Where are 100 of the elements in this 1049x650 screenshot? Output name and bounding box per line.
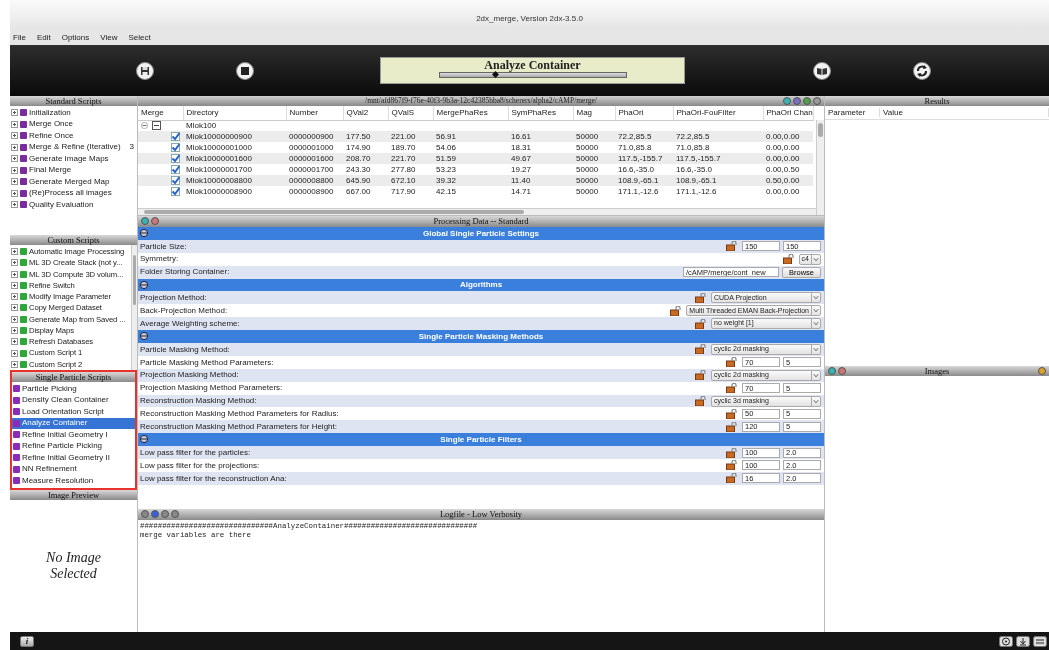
verbosity-button[interactable] <box>151 510 159 518</box>
lock-icon[interactable] <box>726 473 739 484</box>
script-item[interactable]: Quality Evaluation <box>10 199 137 211</box>
checkbox[interactable] <box>171 154 180 164</box>
column-header[interactable]: SymPhaRes <box>508 106 573 120</box>
column-header[interactable]: Value <box>880 107 1049 118</box>
table-cell: 208.70 <box>343 153 388 165</box>
table-cell: 50000 <box>573 131 615 143</box>
table-cell: 0.00,0.00 <box>763 153 813 165</box>
menu-item[interactable]: Select <box>127 32 152 43</box>
script-item[interactable]: Generate Merged Map <box>10 176 137 188</box>
collapse-icon[interactable] <box>140 280 148 289</box>
collapse-icon[interactable] <box>140 229 148 237</box>
script-item[interactable]: Measure Resolution <box>12 475 135 487</box>
script-item[interactable]: Density Clean Container <box>12 394 135 406</box>
script-item[interactable]: Load Orientation Script <box>12 406 135 418</box>
script-item[interactable]: (Re)Process all images <box>10 187 137 199</box>
script-item[interactable]: Analyze Container <box>12 417 135 429</box>
table-cell: 177.50 <box>343 131 388 143</box>
chevron-icon <box>811 370 820 380</box>
lock-icon[interactable] <box>726 241 739 252</box>
verbosity-button[interactable] <box>161 510 169 518</box>
table-cell: 243.30 <box>343 164 388 176</box>
menu-item[interactable]: View <box>99 32 119 43</box>
section-header[interactable]: Single Particle Filters <box>138 433 824 447</box>
download-icon[interactable] <box>1016 635 1030 647</box>
section-header[interactable]: Single Particle Masking Methods <box>138 330 824 343</box>
table-cell: 108.9,-65.1 <box>673 175 763 187</box>
table-cell: 171.1,-12.6 <box>673 186 763 198</box>
script-item[interactable]: Particle Picking <box>12 383 135 395</box>
script-item[interactable]: Merge & Refine (Iterative) 3 <box>10 141 137 153</box>
lock-icon[interactable] <box>726 357 739 368</box>
script-item[interactable]: Initialization <box>10 107 137 119</box>
script-item[interactable]: Refine Initial Geometry I <box>12 429 135 441</box>
script-item[interactable]: Refine Initial Geometry II <box>12 452 135 464</box>
section-title: Single Particle Masking Methods <box>418 331 544 342</box>
lock-icon[interactable] <box>695 370 708 381</box>
lock-icon[interactable] <box>695 318 708 329</box>
panel-header: Results <box>825 96 1049 106</box>
panel-title: Analyze Container <box>484 58 581 72</box>
lock-icon[interactable] <box>782 254 796 265</box>
scrollbar[interactable] <box>816 120 824 215</box>
script-item[interactable]: Refine Particle Picking <box>12 440 135 452</box>
refresh-icon[interactable] <box>913 61 931 80</box>
column-header[interactable]: Number <box>286 106 343 120</box>
checkbox[interactable] <box>171 176 180 186</box>
checkbox[interactable] <box>171 165 180 175</box>
collapse-icon[interactable] <box>140 435 148 444</box>
column-header[interactable]: PhaOri-FouFilter <box>673 106 763 120</box>
expand-icon <box>11 304 18 312</box>
script-item[interactable]: Generate Image Maps <box>10 153 137 165</box>
lock-icon[interactable] <box>695 396 708 406</box>
column-header[interactable]: PhaOri <box>615 106 673 120</box>
menu-item[interactable]: Edit <box>35 32 52 43</box>
table-cell: 14.71 <box>508 186 573 198</box>
scrollbar[interactable] <box>138 208 816 215</box>
column-header[interactable]: QVal2 <box>343 106 388 120</box>
collapse-icon[interactable] <box>152 120 161 130</box>
window-button[interactable] <box>1038 367 1046 375</box>
chevron-icon <box>811 306 820 316</box>
checkbox[interactable] <box>171 132 180 142</box>
group-label: Mlok100 <box>183 120 286 132</box>
lock-icon[interactable] <box>670 305 684 316</box>
script-item[interactable]: NN Refinement <box>12 463 135 475</box>
field-label: Particle Masking Method Parameters: <box>140 357 275 368</box>
menu-item[interactable]: Options <box>60 32 91 43</box>
lock-icon[interactable] <box>726 460 739 471</box>
collapse-icon[interactable] <box>140 332 148 341</box>
table-cell: 19.27 <box>508 164 573 176</box>
script-item[interactable]: Merge Once <box>10 118 137 130</box>
section-header[interactable]: Global Single Particle Settings <box>138 227 824 240</box>
lock-icon[interactable] <box>726 383 739 394</box>
table-cell: 42.15 <box>433 186 508 198</box>
book-icon[interactable] <box>813 61 831 80</box>
column-header[interactable]: MergePhaRes <box>433 106 508 120</box>
stop-icon[interactable] <box>236 61 254 80</box>
collapse-icon[interactable] <box>141 121 148 129</box>
column-header[interactable]: Merge <box>138 106 183 120</box>
table-cell: Mlok10000001600 <box>183 153 286 165</box>
scrollbar[interactable] <box>131 245 137 370</box>
script-item[interactable]: Refine Once <box>10 130 137 142</box>
lock-icon[interactable] <box>695 344 708 355</box>
column-header[interactable]: Directory <box>183 106 286 120</box>
column-header[interactable]: PhaOri Chan <box>763 106 813 120</box>
verbosity-button[interactable] <box>171 510 179 518</box>
script-item[interactable]: Final Merge <box>10 164 137 176</box>
column-header[interactable]: Mag <box>573 106 615 120</box>
verbosity-button[interactable] <box>141 510 149 518</box>
table-cell: 16.6,-35.0 <box>673 164 763 176</box>
lock-icon[interactable] <box>726 447 739 458</box>
checkbox[interactable] <box>171 143 180 153</box>
lock-icon[interactable] <box>726 408 739 419</box>
column-header[interactable]: Parameter <box>825 107 880 118</box>
column-header[interactable]: QValS <box>388 106 433 120</box>
chevron-icon <box>811 293 820 303</box>
menu-item[interactable]: File <box>12 32 27 43</box>
checkbox[interactable] <box>171 187 180 197</box>
info-button[interactable]: i <box>20 635 34 647</box>
lock-icon[interactable] <box>726 421 739 432</box>
lock-icon[interactable] <box>695 292 708 303</box>
